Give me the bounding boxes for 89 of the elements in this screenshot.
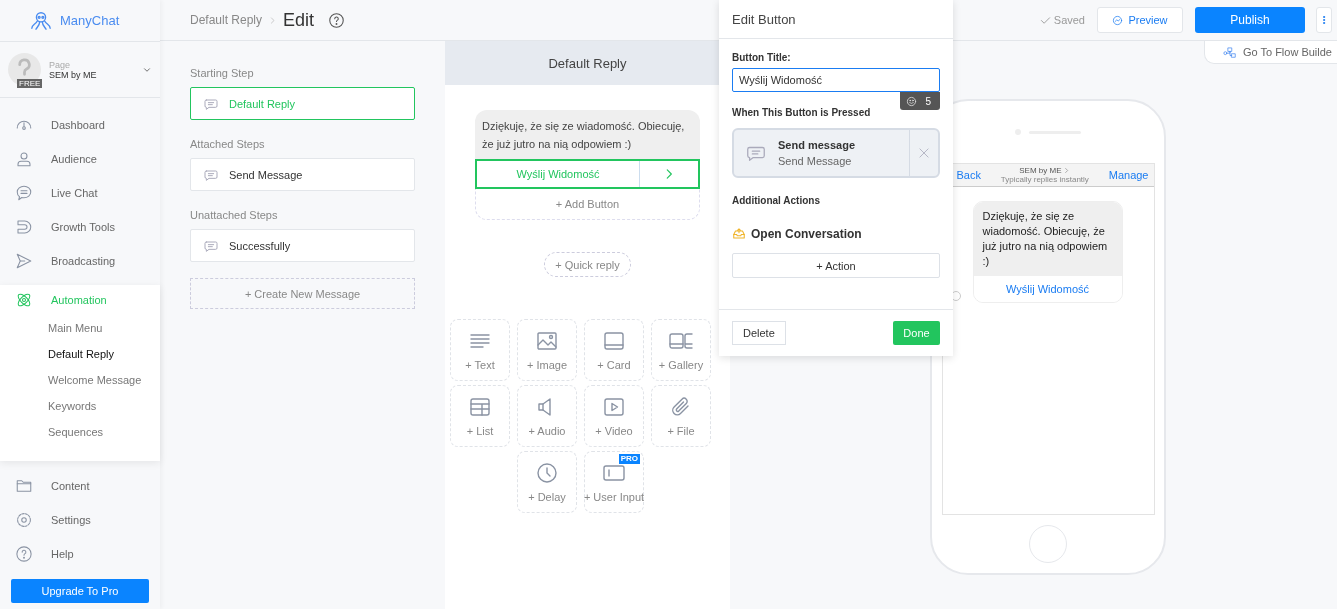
messenger-icon <box>1112 14 1124 26</box>
submenu-item[interactable]: Default Reply <box>0 341 160 367</box>
check-icon <box>1039 14 1051 26</box>
submenu-item[interactable]: Sequences <box>0 419 160 445</box>
create-message-button[interactable]: + Create New Message <box>190 278 415 309</box>
step-item[interactable]: Default Reply <box>190 87 415 120</box>
nav-item[interactable]: Settings <box>0 503 160 537</box>
action-subtitle: Send Message <box>778 155 853 167</box>
help-icon <box>328 11 346 29</box>
add-block-tile[interactable]: PRO + User Input <box>584 451 644 513</box>
button-title-field[interactable]: Wyślij Widomość <box>732 68 940 92</box>
add-block-tile[interactable]: + File <box>651 385 711 447</box>
field-label: Button Title: <box>732 52 792 63</box>
person-icon <box>15 150 33 168</box>
submenu-item[interactable]: Welcome Message <box>0 367 160 393</box>
preview-message-text: Dziękuję, że się ze wiadomość. Obiecuję, że już jutro na nią odpowiem :) <box>973 202 1122 276</box>
magnet-icon <box>15 218 33 236</box>
add-block-tile[interactable]: + Text <box>450 319 510 381</box>
page-name: SEM by ME <box>49 69 98 80</box>
nav-item[interactable]: Automation <box>0 285 160 315</box>
nav-item[interactable]: Content <box>0 469 160 503</box>
add-block-tile[interactable]: + Image <box>517 319 577 381</box>
action-card[interactable]: Send message Send Message <box>732 128 940 178</box>
submenu-item[interactable]: Main Menu <box>0 315 160 341</box>
clock-icon <box>535 461 559 485</box>
upgrade-button[interactable]: Upgrade To Pro <box>11 579 149 603</box>
nav-item[interactable]: Broadcasting <box>0 244 160 278</box>
section-heading: Starting Step <box>190 67 255 79</box>
help-icon <box>15 545 33 563</box>
folder-icon <box>15 477 33 495</box>
nav-item[interactable]: Dashboard <box>0 108 160 142</box>
page-selector[interactable]: FREE Page SEM by ME <box>0 42 160 98</box>
page-title: Edit <box>283 9 315 31</box>
quick-reply-button[interactable]: + Quick reply <box>544 252 631 277</box>
flow-diagram-icon <box>1222 45 1237 59</box>
nav-item[interactable]: Growth Tools <box>0 210 160 244</box>
step-item[interactable]: Successfully <box>190 229 415 262</box>
message-bubble: Dziękuję, że się ze wiadomość. Obiecuję, że już jutro na nią odpowiem :) <box>475 110 700 159</box>
chevron-right-icon <box>1063 167 1071 174</box>
chat-page-name: SEM by ME <box>1019 166 1071 175</box>
paper-plane-icon <box>15 252 33 270</box>
reply-status: Typically replies instantly <box>1000 175 1089 184</box>
message-button[interactable]: Wyślij Widomość <box>475 159 700 189</box>
smiley-icon <box>906 95 918 107</box>
section-heading: Attached Steps <box>190 138 266 150</box>
action-title: Send message <box>778 139 857 151</box>
flow-builder-tab[interactable]: Go To Flow Builde <box>1203 41 1337 64</box>
inbox-icon <box>732 227 746 241</box>
plan-badge: FREE <box>17 79 43 88</box>
brand-name: ManyChat <box>60 13 120 28</box>
nav-item[interactable]: Audience <box>0 142 160 176</box>
character-counter: 5 <box>900 92 940 110</box>
more-button[interactable] <box>1316 7 1332 33</box>
step-item[interactable]: Send Message <box>190 158 415 191</box>
octopus-logo-icon <box>30 9 52 32</box>
manage-link[interactable]: Manage <box>1108 169 1149 181</box>
nav-item[interactable]: Help <box>0 537 160 571</box>
page-label: Page <box>49 59 71 70</box>
table-icon <box>468 395 492 419</box>
add-block-tile[interactable]: + Gallery <box>651 319 711 381</box>
section-heading: Unattached Steps <box>190 209 279 221</box>
add-block-tile[interactable]: + List <box>450 385 510 447</box>
pro-badge: PRO <box>618 454 640 464</box>
done-button[interactable]: Done <box>893 321 940 345</box>
breadcrumb-link[interactable]: Default Reply <box>190 13 263 27</box>
section-label: When This Button is Pressed <box>732 107 872 118</box>
card-icon <box>602 329 626 353</box>
chat-bubble-icon <box>15 184 33 202</box>
delete-button[interactable]: Delete <box>732 321 786 345</box>
preview-button[interactable]: Preview <box>1097 7 1183 33</box>
image-icon <box>535 329 559 353</box>
chevron-right-icon <box>268 15 278 25</box>
section-label: Additional Actions <box>732 195 821 206</box>
submenu-item[interactable]: Keywords <box>0 393 160 419</box>
nav-item[interactable]: Live Chat <box>0 176 160 210</box>
add-block-tile[interactable]: + Card <box>584 319 644 381</box>
add-action-button[interactable]: + Action <box>732 253 940 278</box>
add-block-tile[interactable]: + Audio <box>517 385 577 447</box>
close-icon <box>917 146 931 160</box>
add-button[interactable]: + Add Button <box>475 189 700 220</box>
add-block-tile[interactable]: + Delay <box>517 451 577 513</box>
video-play-icon <box>602 395 626 419</box>
settings-icon <box>15 511 33 529</box>
additional-action[interactable]: Open Conversation <box>732 227 940 241</box>
panel-title: Edit Button <box>719 0 953 39</box>
add-block-tile[interactable]: + Video <box>584 385 644 447</box>
publish-button[interactable]: Publish <box>1195 7 1305 33</box>
saved-status: Saved <box>1053 14 1085 26</box>
atom-icon <box>15 291 33 309</box>
